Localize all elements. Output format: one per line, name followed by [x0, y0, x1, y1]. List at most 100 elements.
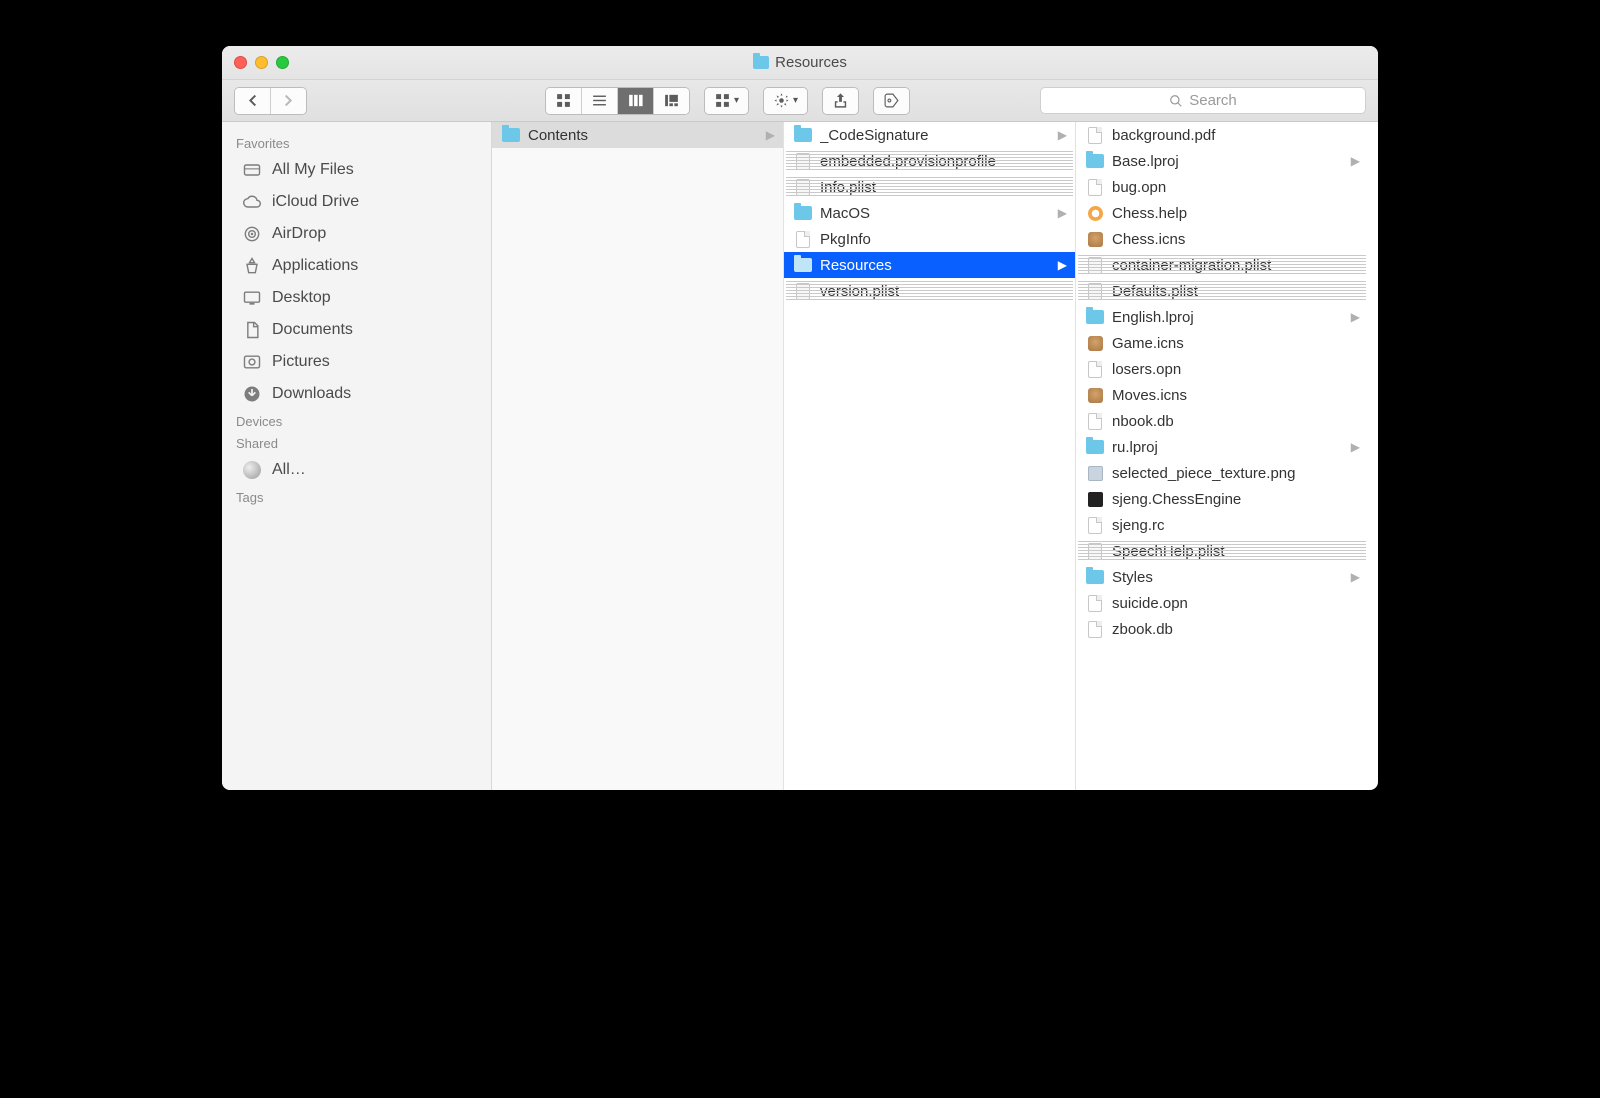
file-row[interactable]: Chess.icns: [1076, 226, 1368, 252]
gallery-view-button[interactable]: [653, 88, 689, 114]
folder-icon: [794, 126, 812, 144]
plist-icon: [794, 178, 812, 196]
search-field[interactable]: Search: [1040, 87, 1366, 114]
file-row[interactable]: sjeng.ChessEngine: [1076, 486, 1368, 512]
desktop-icon: [242, 288, 262, 308]
action-button[interactable]: ▾: [764, 88, 807, 114]
close-button[interactable]: [234, 56, 247, 69]
file-row[interactable]: Info.plist: [784, 174, 1075, 200]
body: FavoritesAll My FilesiCloud DriveAirDrop…: [222, 122, 1378, 790]
file-label: PkgInfo: [820, 231, 1067, 248]
file-row[interactable]: Moves.icns: [1076, 382, 1368, 408]
file-row[interactable]: Chess.help: [1076, 200, 1368, 226]
column-2[interactable]: background.pdfBase.lproj▶bug.opnChess.he…: [1076, 122, 1368, 790]
file-row[interactable]: background.pdf: [1076, 122, 1368, 148]
help-icon: [1086, 204, 1104, 222]
column-view-button[interactable]: [617, 88, 653, 114]
sidebar-item-label: Applications: [272, 257, 358, 275]
file-row[interactable]: nbook.db: [1076, 408, 1368, 434]
sidebar-item-applications[interactable]: Applications: [222, 250, 491, 282]
sidebar-item-downloads[interactable]: Downloads: [222, 378, 491, 410]
plist-icon: [1086, 256, 1104, 274]
titlebar[interactable]: Resources: [222, 46, 1378, 80]
sidebar-item-desktop[interactable]: Desktop: [222, 282, 491, 314]
toolbar: ▾ ▾ Search: [222, 80, 1378, 122]
search-placeholder: Search: [1189, 92, 1237, 109]
file-row[interactable]: _CodeSignature▶: [784, 122, 1075, 148]
file-row[interactable]: container-migration.plist: [1076, 252, 1368, 278]
sidebar-item-label: Desktop: [272, 289, 331, 307]
sidebar-item-label: All My Files: [272, 161, 354, 179]
file-label: Base.lproj: [1112, 153, 1343, 170]
file-row[interactable]: Styles▶: [1076, 564, 1368, 590]
folder-icon: [794, 204, 812, 222]
file-label: bug.opn: [1112, 179, 1360, 196]
column-1[interactable]: _CodeSignature▶embedded.provisionprofile…: [784, 122, 1076, 790]
icloud-icon: [242, 192, 262, 212]
file-label: English.lproj: [1112, 309, 1343, 326]
folder-icon: [502, 126, 520, 144]
back-button[interactable]: [235, 88, 270, 114]
sidebar-item-pictures[interactable]: Pictures: [222, 346, 491, 378]
sidebar-item-all-my-files[interactable]: All My Files: [222, 154, 491, 186]
file-row[interactable]: SpeechHelp.plist: [1076, 538, 1368, 564]
file-row[interactable]: Base.lproj▶: [1076, 148, 1368, 174]
share-button[interactable]: [823, 88, 858, 114]
sidebar: FavoritesAll My FilesiCloud DriveAirDrop…: [222, 122, 492, 790]
file-row[interactable]: Defaults.plist: [1076, 278, 1368, 304]
folder-icon: [1086, 152, 1104, 170]
zoom-button[interactable]: [276, 56, 289, 69]
file-label: ru.lproj: [1112, 439, 1343, 456]
list-view-button[interactable]: [581, 88, 617, 114]
icon-view-button[interactable]: [546, 88, 581, 114]
file-row[interactable]: bug.opn: [1076, 174, 1368, 200]
disclosure-arrow-icon: ▶: [1351, 440, 1360, 454]
file-row[interactable]: embedded.provisionprofile: [784, 148, 1075, 174]
view-mode-group: [545, 87, 690, 115]
file-row[interactable]: selected_piece_texture.png: [1076, 460, 1368, 486]
column-browser: Contents▶_CodeSignature▶embedded.provisi…: [492, 122, 1378, 790]
plist-icon: [1086, 542, 1104, 560]
file-icon: [1086, 126, 1104, 144]
exec-icon: [1086, 490, 1104, 508]
file-row[interactable]: Contents▶: [492, 122, 783, 148]
file-label: Styles: [1112, 569, 1343, 586]
file-row[interactable]: PkgInfo: [784, 226, 1075, 252]
file-row[interactable]: sjeng.rc: [1076, 512, 1368, 538]
file-row[interactable]: suicide.opn: [1076, 590, 1368, 616]
globe-icon: [242, 460, 262, 480]
file-label: suicide.opn: [1112, 595, 1360, 612]
file-row[interactable]: zbook.db: [1076, 616, 1368, 642]
file-row[interactable]: English.lproj▶: [1076, 304, 1368, 330]
file-label: nbook.db: [1112, 413, 1360, 430]
file-row[interactable]: Game.icns: [1076, 330, 1368, 356]
folder-icon: [1086, 308, 1104, 326]
folder-icon: [753, 56, 769, 69]
forward-button[interactable]: [270, 88, 306, 114]
sidebar-item-label: Downloads: [272, 385, 351, 403]
sidebar-section-title: Shared: [222, 432, 491, 454]
folder-icon: [1086, 438, 1104, 456]
file-label: zbook.db: [1112, 621, 1360, 638]
applications-icon: [242, 256, 262, 276]
sidebar-item-icloud-drive[interactable]: iCloud Drive: [222, 186, 491, 218]
pictures-icon: [242, 352, 262, 372]
folder-icon: [794, 256, 812, 274]
arrange-button[interactable]: ▾: [705, 88, 748, 114]
sidebar-item-all-[interactable]: All…: [222, 454, 491, 486]
file-row[interactable]: Resources▶: [784, 252, 1075, 278]
column-0[interactable]: Contents▶: [492, 122, 784, 790]
tags-button[interactable]: [874, 88, 909, 114]
sidebar-item-documents[interactable]: Documents: [222, 314, 491, 346]
plist-icon: [794, 282, 812, 300]
file-row[interactable]: MacOS▶: [784, 200, 1075, 226]
file-row[interactable]: version.plist: [784, 278, 1075, 304]
file-row[interactable]: losers.opn: [1076, 356, 1368, 382]
minimize-button[interactable]: [255, 56, 268, 69]
file-label: Chess.help: [1112, 205, 1360, 222]
window-title: Resources: [775, 54, 847, 71]
all-my-files-icon: [242, 160, 262, 180]
file-row[interactable]: ru.lproj ▶: [1076, 434, 1368, 460]
file-icon: [1086, 594, 1104, 612]
sidebar-item-airdrop[interactable]: AirDrop: [222, 218, 491, 250]
